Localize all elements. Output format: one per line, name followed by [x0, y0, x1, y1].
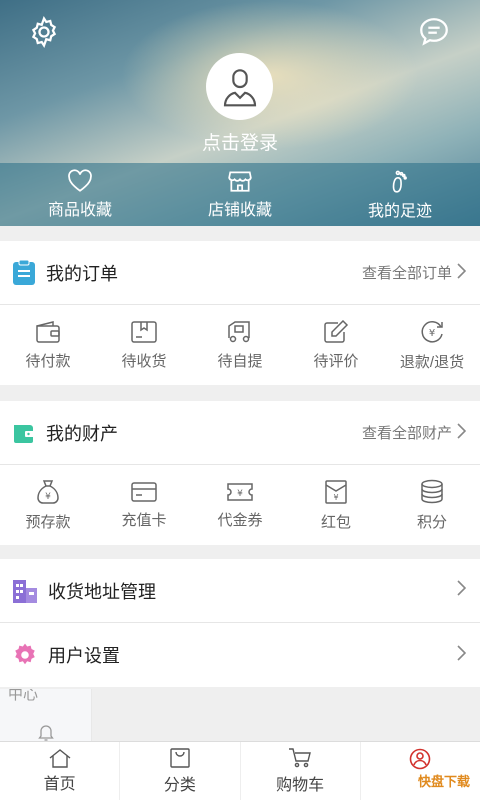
asset-points[interactable]: 积分 [384, 465, 480, 545]
svg-text:¥: ¥ [429, 328, 435, 339]
edit-icon [324, 319, 349, 343]
user-icon [410, 748, 431, 770]
order-item-label: 待付款 [25, 352, 71, 370]
building-icon [13, 579, 37, 603]
order-pending-payment[interactable]: 待付款 [0, 305, 96, 385]
profile-header: 点击登录 商品收藏 店铺收藏 我的足迹 [0, 0, 480, 226]
avatar[interactable] [206, 53, 273, 120]
chevron-right-icon [456, 262, 467, 283]
menu-card: 收货地址管理 用户设置 [0, 559, 480, 687]
nav-label: 分类 [163, 777, 196, 794]
address-management-row[interactable]: 收货地址管理 [0, 559, 480, 623]
asset-red-envelope[interactable]: ¥ 红包 [288, 465, 384, 545]
coins-icon [421, 479, 443, 503]
order-pending-review[interactable]: 待评价 [288, 305, 384, 385]
favorite-goods[interactable]: 商品收藏 [0, 163, 160, 226]
refund-icon: ¥ [421, 320, 443, 343]
favorites-bar: 商品收藏 店铺收藏 我的足迹 [0, 163, 480, 226]
package-icon [131, 320, 157, 343]
background-panel: 中心 [0, 689, 92, 741]
bottom-nav: 首页 分类 购物车 [0, 741, 480, 800]
order-status-row: 待付款 待收货 待自提 待评价 ¥ 退款/退货 [0, 305, 480, 385]
truck-icon [228, 320, 250, 342]
order-item-label: 待评价 [313, 352, 359, 370]
chevron-right-icon [456, 580, 467, 601]
messages-button[interactable] [414, 12, 454, 52]
chevron-right-icon [456, 644, 467, 666]
view-all-assets-label: 查看全部财产 [361, 425, 452, 442]
favorite-stores-label: 店铺收藏 [207, 202, 272, 219]
watermark-logo: 快盘下载 [413, 770, 474, 791]
order-item-label: 退款/退货 [399, 353, 465, 371]
user-settings-label: 用户设置 [48, 646, 120, 666]
order-refund[interactable]: ¥ 退款/退货 [384, 305, 480, 385]
nav-category[interactable]: 分类 [120, 742, 241, 800]
assets-card: 我的财产 查看全部财产 ¥ 预存款 充值卡 ¥ 代金券 ¥ 红包 积分 [0, 401, 480, 545]
my-footprints[interactable]: 我的足迹 [320, 163, 480, 226]
wallet-filled-icon [14, 424, 35, 443]
assets-title: 我的财产 [46, 423, 118, 444]
asset-item-label: 预存款 [25, 513, 71, 531]
store-icon [228, 171, 252, 192]
orders-card: 我的订单 查看全部订单 待付款 待收货 待自提 待评价 ¥ 退款/退货 [0, 241, 480, 385]
view-all-assets-link[interactable]: 查看全部财产 [361, 422, 467, 443]
asset-voucher[interactable]: ¥ 代金券 [192, 465, 288, 545]
chat-icon [420, 18, 448, 46]
order-pending-pickup[interactable]: 待自提 [192, 305, 288, 385]
asset-recharge-card[interactable]: 充值卡 [96, 465, 192, 545]
address-management-label: 收货地址管理 [48, 581, 156, 602]
order-item-label: 待自提 [217, 352, 263, 370]
assets-header[interactable]: 我的财产 查看全部财产 [0, 401, 480, 465]
settings-gear-icon [15, 643, 35, 665]
voucher-icon: ¥ [227, 482, 253, 501]
clipboard-icon [13, 259, 35, 285]
heart-icon [68, 169, 92, 192]
wallet-icon [36, 320, 60, 343]
background-panel-text: 中心 [8, 689, 39, 703]
order-item-label: 待收货 [121, 352, 167, 370]
gear-icon [31, 16, 57, 48]
asset-deposit[interactable]: ¥ 预存款 [0, 465, 96, 545]
assets-row: ¥ 预存款 充值卡 ¥ 代金券 ¥ 红包 积分 [0, 465, 480, 545]
view-all-orders-label: 查看全部订单 [361, 265, 452, 282]
card-icon [131, 481, 157, 502]
svg-text:¥: ¥ [237, 489, 243, 499]
nav-label: 购物车 [276, 777, 325, 794]
asset-item-label: 代金券 [217, 511, 263, 529]
bell-icon [38, 725, 54, 741]
order-pending-receipt[interactable]: 待收货 [96, 305, 192, 385]
nav-home[interactable]: 首页 [0, 742, 121, 800]
nav-cart[interactable]: 购物车 [241, 742, 361, 800]
asset-item-label: 积分 [416, 513, 447, 531]
favorite-stores[interactable]: 店铺收藏 [160, 163, 320, 226]
red-envelope-icon: ¥ [325, 479, 347, 504]
asset-item-label: 充值卡 [121, 511, 167, 529]
money-bag-icon: ¥ [37, 479, 59, 504]
my-footprints-label: 我的足迹 [367, 203, 432, 220]
cart-icon [289, 748, 312, 768]
settings-button[interactable] [24, 12, 64, 52]
svg-text:¥: ¥ [333, 493, 338, 502]
user-settings-row[interactable]: 用户设置 [0, 623, 480, 687]
favorite-goods-label: 商品收藏 [47, 202, 112, 219]
nav-label: 首页 [43, 776, 76, 793]
bag-icon [170, 748, 190, 768]
asset-item-label: 红包 [320, 513, 351, 531]
orders-title: 我的订单 [46, 263, 118, 284]
footprint-icon [392, 170, 407, 193]
svg-text:¥: ¥ [45, 492, 51, 502]
user-avatar-icon [223, 68, 256, 106]
view-all-orders-link[interactable]: 查看全部订单 [361, 262, 467, 283]
login-link[interactable]: 点击登录 [0, 128, 480, 155]
home-icon [49, 749, 71, 768]
watermark-text: 快盘下载 [417, 774, 470, 789]
orders-header[interactable]: 我的订单 查看全部订单 [0, 241, 480, 305]
chevron-right-icon [456, 422, 467, 443]
